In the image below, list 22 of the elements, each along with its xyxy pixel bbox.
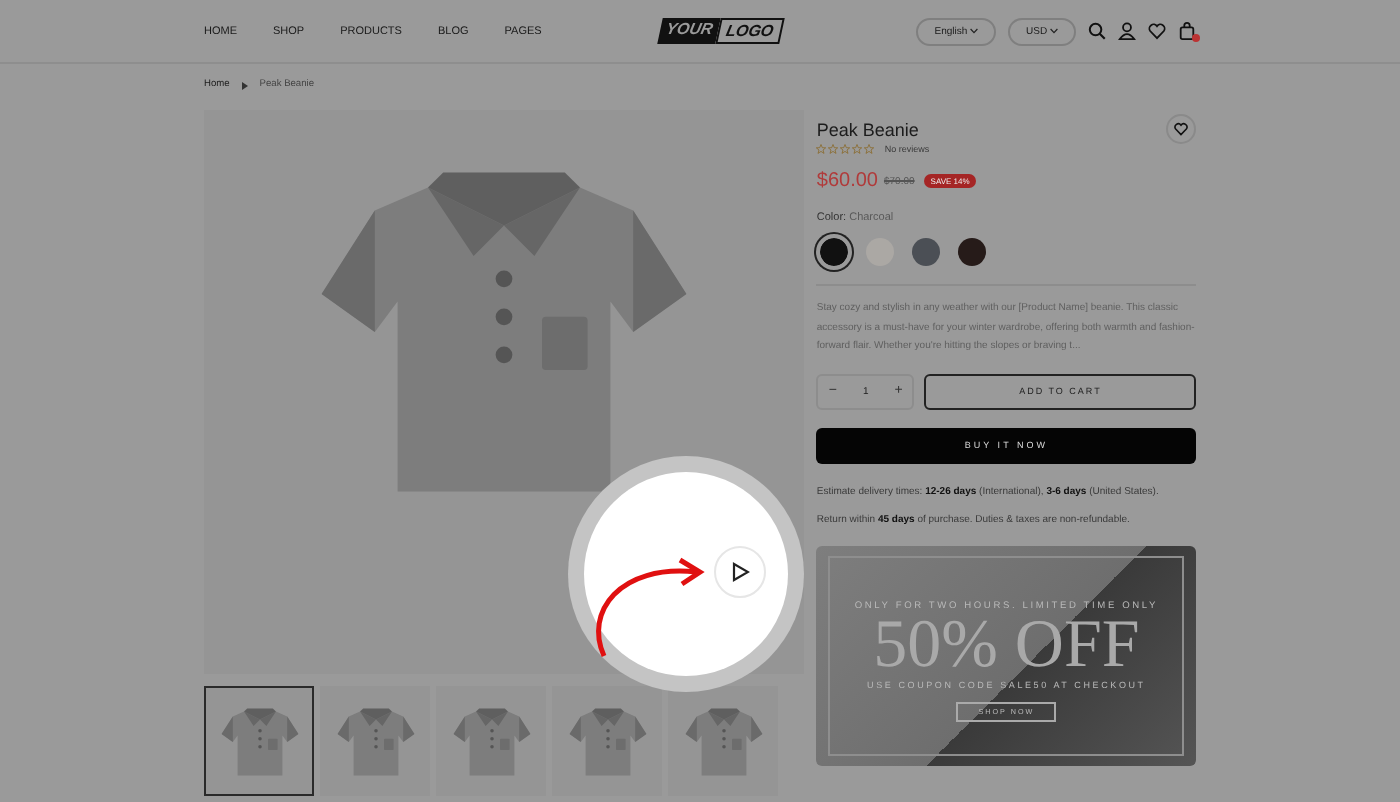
wishlist-button[interactable] [1166,114,1196,144]
chevron-down-icon [1050,27,1058,33]
heart-icon[interactable] [1148,22,1166,40]
user-icon[interactable] [1118,22,1136,40]
thumbnail[interactable] [552,686,662,796]
play-icon [731,562,749,582]
price: $60.00 [816,170,878,192]
logo-text: YOUR [657,18,721,44]
thumbnail[interactable] [320,686,430,796]
thumbnail[interactable] [668,686,778,796]
cart-badge-dot [1192,34,1200,42]
thumbnail[interactable] [204,686,314,796]
search-icon[interactable] [1088,22,1106,40]
chevron-down-icon [970,27,979,33]
thumbnail[interactable] [436,686,546,796]
banner-headline: 50% OFF [873,611,1140,679]
color-swatch[interactable] [816,234,853,270]
heart-icon [1174,122,1188,136]
chevron-icon [241,81,248,89]
bag-icon[interactable] [1178,22,1196,40]
logo-text: LOGO [715,18,785,44]
product-title: Peak Beanie [816,119,919,139]
